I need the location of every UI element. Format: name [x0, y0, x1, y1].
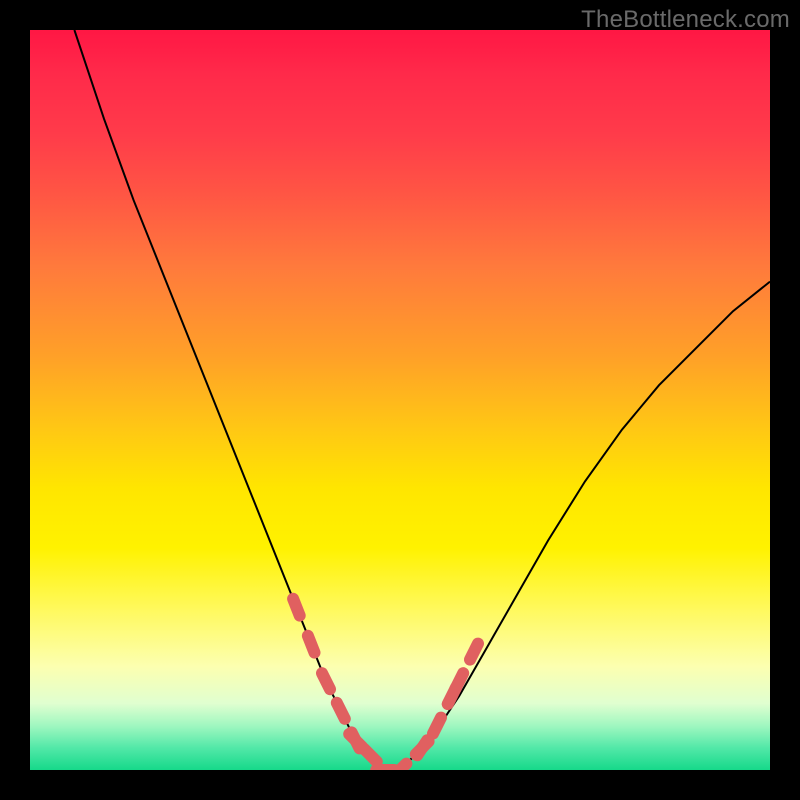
chart-svg — [30, 30, 770, 770]
highlight-dash — [455, 673, 463, 689]
highlight-dash — [322, 673, 330, 689]
valley-highlight — [293, 599, 478, 770]
highlight-dash — [364, 749, 377, 762]
highlight-dash — [293, 599, 300, 616]
highlight-dash — [433, 718, 441, 734]
bottleneck-curve — [74, 30, 770, 770]
highlight-dash — [337, 703, 345, 719]
chart-frame — [30, 30, 770, 770]
highlight-dash — [470, 644, 478, 660]
highlight-dash — [417, 740, 427, 755]
highlight-dash — [308, 636, 315, 653]
watermark-text: TheBottleneck.com — [581, 6, 790, 34]
